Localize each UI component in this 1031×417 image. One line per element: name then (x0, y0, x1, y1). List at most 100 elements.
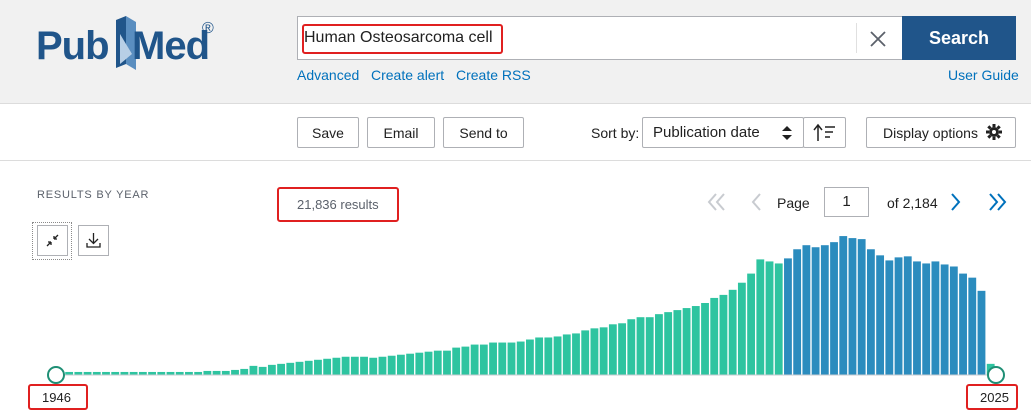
year-bar[interactable] (332, 357, 341, 375)
year-bar[interactable] (793, 249, 802, 375)
next-page-icon[interactable] (948, 191, 964, 213)
year-bar[interactable] (562, 334, 571, 375)
year-bar[interactable] (839, 236, 848, 375)
display-options-button[interactable]: Display options (866, 117, 1016, 148)
range-start-handle[interactable] (47, 366, 65, 384)
year-bar[interactable] (599, 327, 608, 375)
year-bar[interactable] (396, 354, 405, 375)
year-bar[interactable] (350, 356, 359, 375)
year-bar[interactable] (664, 312, 673, 375)
create-alert-link[interactable]: Create alert (371, 67, 444, 83)
sort-select[interactable]: Publication date (642, 117, 804, 148)
year-bar[interactable] (811, 247, 820, 375)
year-bar[interactable] (682, 308, 691, 375)
year-bar[interactable] (443, 350, 451, 375)
year-bar[interactable] (341, 356, 350, 375)
year-bar[interactable] (479, 344, 488, 375)
year-bar[interactable] (203, 370, 212, 375)
year-bar[interactable] (498, 342, 507, 375)
year-bar[interactable] (516, 341, 525, 375)
year-bar[interactable] (931, 261, 940, 375)
year-bar[interactable] (959, 273, 967, 375)
year-bar[interactable] (249, 365, 258, 375)
year-bar[interactable] (691, 306, 700, 375)
year-bar[interactable] (737, 282, 746, 375)
year-bar[interactable] (489, 342, 497, 375)
year-bar[interactable] (461, 346, 470, 375)
year-bar[interactable] (572, 333, 580, 375)
year-bar[interactable] (240, 368, 249, 375)
year-bar[interactable] (507, 342, 516, 375)
clear-search-button[interactable] (862, 23, 894, 55)
save-button[interactable]: Save (297, 117, 359, 148)
year-bar[interactable] (894, 257, 903, 375)
year-bar[interactable] (415, 352, 424, 375)
year-bar[interactable] (295, 361, 304, 375)
range-end-handle[interactable] (987, 366, 1005, 384)
year-bar[interactable] (922, 263, 931, 375)
year-bar[interactable] (645, 317, 654, 375)
year-bar[interactable] (857, 239, 866, 375)
year-bar[interactable] (903, 256, 912, 375)
create-rss-link[interactable]: Create RSS (456, 67, 531, 83)
year-bar[interactable] (876, 255, 885, 375)
year-bar[interactable] (581, 330, 590, 375)
year-bar[interactable] (590, 328, 599, 375)
year-bar[interactable] (544, 337, 553, 375)
year-bar[interactable] (728, 289, 737, 375)
year-bar[interactable] (848, 238, 857, 375)
year-bar[interactable] (535, 337, 544, 375)
year-bar[interactable] (756, 259, 765, 375)
year-bar[interactable] (433, 350, 442, 375)
first-page-icon[interactable] (705, 191, 729, 213)
year-bar[interactable] (636, 317, 645, 375)
year-bar[interactable] (470, 344, 479, 375)
year-bar[interactable] (968, 277, 977, 375)
send-to-button[interactable]: Send to (443, 117, 524, 148)
year-bar[interactable] (286, 362, 295, 375)
year-bar[interactable] (378, 356, 387, 375)
year-bar[interactable] (710, 297, 719, 375)
year-bar[interactable] (765, 261, 774, 375)
year-bar[interactable] (885, 260, 894, 375)
year-bar[interactable] (913, 261, 921, 375)
year-bar[interactable] (802, 245, 811, 375)
year-bar[interactable] (221, 370, 230, 375)
year-bar[interactable] (830, 242, 838, 375)
year-bar[interactable] (406, 353, 415, 375)
user-guide-link[interactable]: User Guide (948, 67, 1019, 83)
previous-page-icon[interactable] (748, 191, 764, 213)
year-bar[interactable] (701, 303, 709, 375)
year-bar[interactable] (618, 323, 626, 375)
year-bar[interactable] (304, 360, 313, 375)
results-by-year-chart[interactable] (0, 228, 1031, 388)
sort-order-button[interactable] (803, 117, 846, 148)
pubmed-logo[interactable]: Pub Med ® (36, 10, 226, 74)
year-bar[interactable] (369, 357, 378, 375)
year-bar[interactable] (949, 266, 958, 375)
year-bar[interactable] (784, 258, 792, 375)
year-bar[interactable] (267, 364, 276, 375)
year-bar[interactable] (231, 369, 239, 375)
advanced-link[interactable]: Advanced (297, 67, 359, 83)
last-page-icon[interactable] (985, 191, 1009, 213)
year-bar[interactable] (774, 263, 783, 375)
year-bar[interactable] (212, 370, 221, 375)
year-bar[interactable] (277, 363, 286, 375)
year-bar[interactable] (627, 319, 636, 375)
year-bar[interactable] (452, 347, 461, 375)
year-bar[interactable] (977, 290, 986, 375)
year-bar[interactable] (387, 355, 396, 375)
year-bar[interactable] (719, 294, 728, 375)
year-bar[interactable] (314, 359, 322, 375)
year-bar[interactable] (526, 339, 534, 375)
year-bar[interactable] (608, 324, 617, 375)
page-number-input[interactable]: 1 (824, 187, 869, 217)
year-bar[interactable] (820, 245, 829, 375)
search-button[interactable]: Search (902, 16, 1016, 60)
year-bar[interactable] (655, 314, 663, 375)
year-bar[interactable] (673, 310, 682, 375)
year-bar[interactable] (553, 336, 562, 375)
year-bar[interactable] (258, 366, 267, 375)
year-bar[interactable] (940, 264, 949, 375)
